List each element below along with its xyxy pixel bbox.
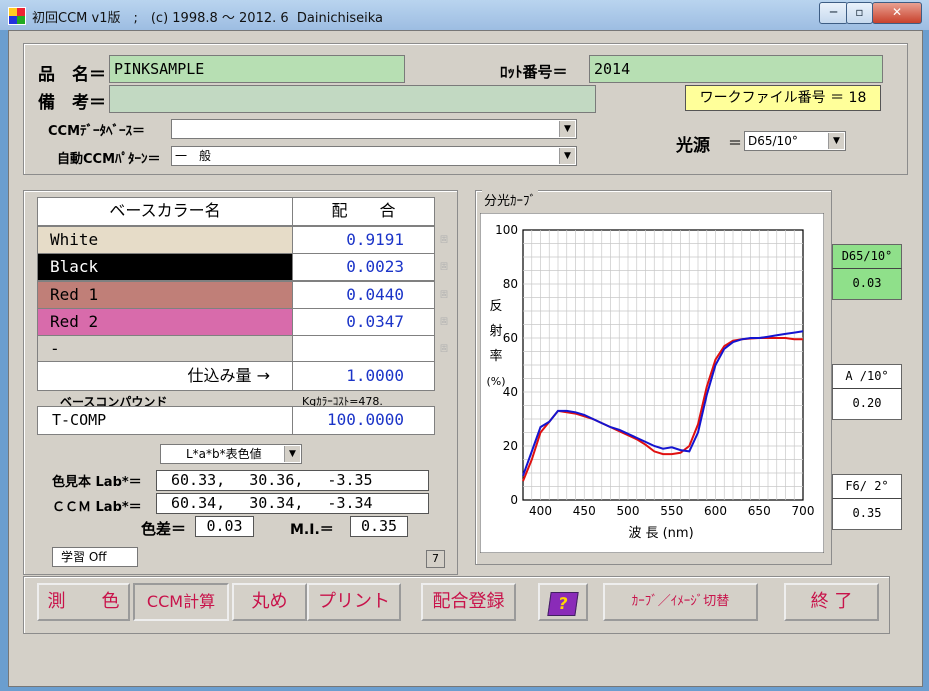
dropdown-arrow-icon[interactable]: ▼ <box>559 121 575 137</box>
spectral-panel-title: 分光ｶｰﾌﾞ <box>482 190 539 209</box>
lock-icon[interactable]: 固 <box>440 316 448 327</box>
product-name-label: 品 名＝ <box>38 65 106 85</box>
y-axis-label-char: 率 <box>489 348 502 364</box>
ccm-database-select[interactable]: ▼ <box>171 119 577 139</box>
remarks-label: 備 考＝ <box>38 93 106 113</box>
base-color-name[interactable]: - <box>37 335 293 363</box>
delta-e-value: 0.03 <box>195 516 254 537</box>
light-source-eq: ＝ <box>728 136 742 152</box>
x-tick-label: 500 <box>617 504 640 518</box>
illuminant-name[interactable]: A /10° <box>832 364 902 388</box>
workfile-number: ワークファイル番号 ＝ 18 <box>685 85 881 111</box>
grid-lines <box>523 230 803 500</box>
ccm-calc-button[interactable]: CCM計算 <box>133 583 229 621</box>
restore-button[interactable]: ▫ <box>846 2 873 24</box>
minimize-button[interactable]: ─ <box>819 2 848 24</box>
ccm-database-label: CCMﾃﾞｰﾀﾍﾞｰｽ＝ <box>48 124 146 139</box>
charge-label: 仕込み量 → <box>37 361 293 391</box>
illuminant-delta-value: 0.20 <box>832 388 902 420</box>
lock-icon[interactable]: 固 <box>440 261 448 272</box>
page-number: 7 <box>426 550 445 568</box>
color-space-select[interactable]: L*a*b*表色値 ▼ <box>160 444 302 464</box>
ratio-value[interactable]: 0.9191 <box>292 226 435 254</box>
exit-button[interactable]: 終 了 <box>784 583 879 621</box>
y-tick-label: 0 <box>510 493 518 507</box>
round-button[interactable]: 丸め <box>232 583 307 621</box>
measure-button[interactable]: 測 色 <box>37 583 130 621</box>
illuminant-name[interactable]: D65/10° <box>832 244 902 268</box>
mi-value: 0.35 <box>350 516 408 537</box>
ratio-value[interactable]: 0.0023 <box>292 253 435 281</box>
charge-value[interactable]: 1.0000 <box>292 361 435 391</box>
curve-image-toggle-button[interactable]: ｶｰﾌﾞ／ｲﾒｰｼﾞ切替 <box>603 583 758 621</box>
base-color-name[interactable]: Red 2 <box>37 308 293 336</box>
app-icon <box>8 7 26 25</box>
illuminant-name[interactable]: F6/ 2° <box>832 474 902 498</box>
lot-number-label: ﾛｯﾄ番号＝ <box>500 63 568 81</box>
delta-e-label: 色差＝ <box>141 520 187 538</box>
help-button[interactable]: ? <box>538 583 588 621</box>
ccm-lab-label: ＣＣＭ Lab*＝ <box>52 500 142 515</box>
y-axis-label-char: 射 <box>489 323 502 339</box>
learning-toggle[interactable]: 学習 Off <box>52 547 138 567</box>
base-color-name[interactable]: Black <box>37 253 293 281</box>
dropdown-arrow-icon[interactable]: ▼ <box>284 446 300 462</box>
color-space-value: L*a*b*表色値 <box>186 447 262 461</box>
y-axis-label-char: (%) <box>486 375 505 388</box>
x-tick-label: 600 <box>704 504 727 518</box>
product-name-field[interactable]: PINKSAMPLE <box>109 55 405 83</box>
base-color-header: ベースカラー名 <box>37 197 293 226</box>
light-source-select[interactable]: D65/10° ▼ <box>744 131 846 151</box>
help-book-icon: ? <box>547 592 579 616</box>
illuminant-delta-value: 0.03 <box>832 268 902 300</box>
x-tick-label: 450 <box>573 504 596 518</box>
ratio-value[interactable] <box>292 335 435 363</box>
ratio-value[interactable]: 0.0347 <box>292 308 435 336</box>
sample-lab-value: 60.33, 30.36, -3.35 <box>156 470 429 491</box>
compound-name[interactable]: T-COMP <box>37 406 293 435</box>
auto-pattern-value: 一 般 <box>175 149 212 163</box>
x-tick-label: 650 <box>748 504 771 518</box>
ratio-header: 配 合 <box>292 197 435 226</box>
dropdown-arrow-icon[interactable]: ▼ <box>559 148 575 164</box>
base-color-name[interactable]: White <box>37 226 293 254</box>
auto-pattern-select[interactable]: 一 般 ▼ <box>171 146 577 166</box>
spectral-chart: 400 450 500 550 600 650 700020406080100 反射率(%)… <box>480 213 824 553</box>
compound-value[interactable]: 100.0000 <box>292 406 435 435</box>
base-color-name[interactable]: Red 1 <box>37 281 293 309</box>
x-tick-label: 700 <box>792 504 815 518</box>
lock-icon[interactable]: 固 <box>440 343 448 354</box>
x-tick-label: 400 <box>529 504 552 518</box>
sample-lab-label: 色見本 Lab*＝ <box>52 475 142 490</box>
print-button[interactable]: プリント <box>307 583 401 621</box>
lock-icon[interactable]: 固 <box>440 289 448 300</box>
ratio-value[interactable]: 0.0440 <box>292 281 435 309</box>
auto-pattern-label: 自動CCMﾊﾟﾀｰﾝ＝ <box>57 152 161 167</box>
mi-label: M.I.＝ <box>290 522 334 538</box>
light-source-label: 光源 <box>676 136 710 156</box>
y-tick-label: 20 <box>503 439 518 453</box>
close-button[interactable]: ✕ <box>872 2 922 24</box>
y-axis-label-char: 反 <box>489 299 502 314</box>
y-tick-label: 80 <box>503 277 518 291</box>
x-axis-label: 波 長 (nm) <box>628 526 693 541</box>
lock-icon[interactable]: 固 <box>440 234 448 245</box>
x-tick-label: 550 <box>660 504 683 518</box>
lot-number-field[interactable]: 2014 <box>589 55 883 83</box>
register-recipe-button[interactable]: 配合登録 <box>421 583 516 621</box>
illuminant-delta-value: 0.35 <box>832 498 902 530</box>
remarks-field[interactable] <box>109 85 596 113</box>
light-source-value: D65/10° <box>748 134 798 148</box>
window-title: 初回CCM v1版 ; (c) 1998.8 ～ 2012. 6 Dainich… <box>32 11 383 26</box>
y-tick-label: 60 <box>503 331 518 345</box>
dropdown-arrow-icon[interactable]: ▼ <box>828 133 844 149</box>
y-tick-label: 100 <box>495 223 518 237</box>
ccm-lab-value: 60.34, 30.34, -3.34 <box>156 493 429 514</box>
